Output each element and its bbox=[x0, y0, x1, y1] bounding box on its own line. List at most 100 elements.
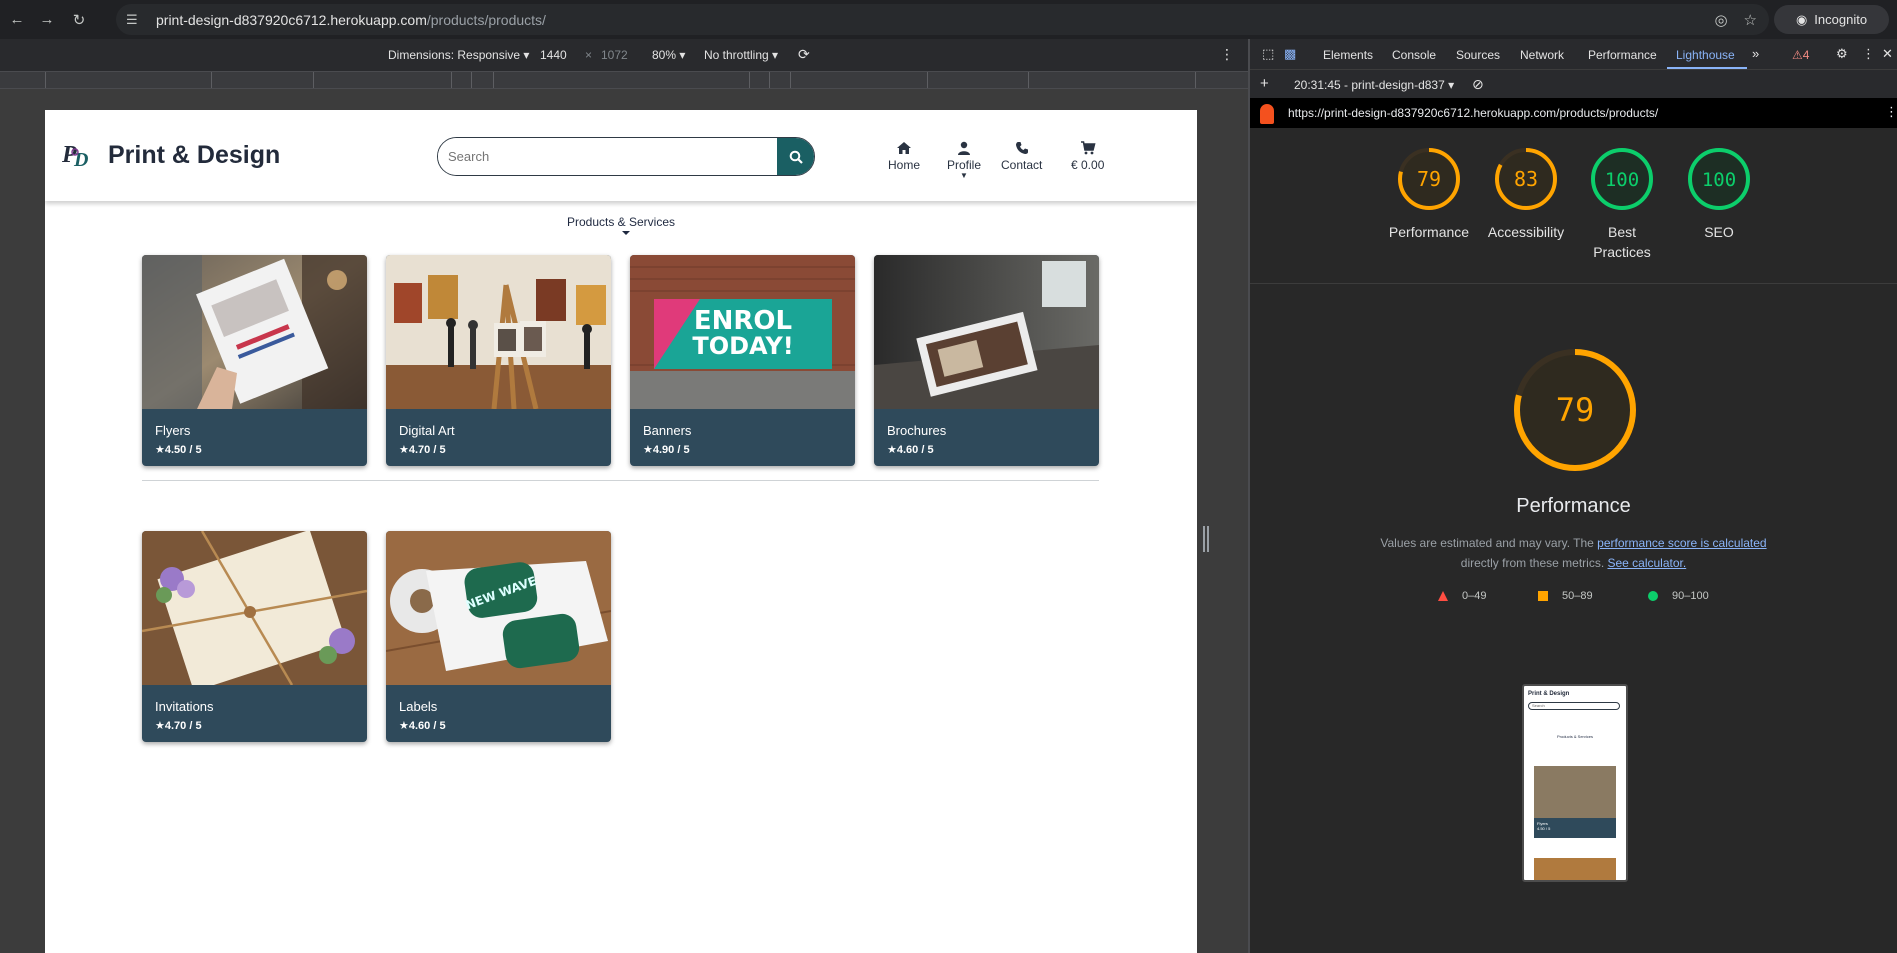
report-url[interactable]: https://print-design-d837920c6712.heroku… bbox=[1288, 106, 1658, 120]
screenshot-thumbnail[interactable]: Print & Design Search Products & Service… bbox=[1522, 684, 1628, 882]
logo-icon[interactable]: P D bbox=[61, 138, 95, 172]
performance-main-gauge: 79 bbox=[1514, 349, 1636, 471]
triangle-icon bbox=[1438, 591, 1448, 601]
gauge-ring: 100 bbox=[1591, 148, 1653, 210]
nav-profile-label: Profile bbox=[947, 158, 982, 172]
close-icon[interactable]: ✕ bbox=[1882, 46, 1893, 62]
device-toggle-icon[interactable]: ▩ bbox=[1284, 46, 1296, 62]
category-dropdown[interactable]: Products & Services bbox=[45, 215, 1197, 229]
product-rating: ★4.70 / 5 bbox=[155, 719, 202, 732]
inspect-element-icon[interactable]: ⬚ bbox=[1262, 46, 1274, 62]
score-calculated-link[interactable]: performance score is calculated bbox=[1597, 536, 1766, 550]
thumb-card-2 bbox=[1534, 858, 1616, 880]
bookmark-star-icon[interactable]: ☆ bbox=[1744, 11, 1757, 29]
banners-image: ENROL TODAY! bbox=[630, 255, 855, 409]
dimensions-label: Dimensions: Responsive bbox=[388, 48, 521, 62]
product-card-flyers[interactable]: Flyers ★4.50 / 5 bbox=[142, 255, 367, 466]
gauge-value: 83 bbox=[1514, 167, 1538, 191]
rating-value: 4.60 / 5 bbox=[896, 444, 934, 456]
score-gauges: 79 Performance 83 Accessibility 100 Best… bbox=[1250, 128, 1897, 284]
gauge-value: 100 bbox=[1702, 169, 1736, 191]
gauge-label: Accessibility bbox=[1487, 224, 1565, 240]
category-caret-icon bbox=[622, 231, 630, 235]
star-icon: ★ bbox=[887, 444, 897, 456]
forward-icon[interactable]: → bbox=[34, 7, 60, 33]
dimensions-dropdown[interactable]: Dimensions: Responsive ▾ bbox=[388, 48, 529, 62]
note-text-1: Values are estimated and may vary. The bbox=[1380, 536, 1598, 550]
product-rating: ★4.70 / 5 bbox=[399, 443, 446, 456]
tab-sources[interactable]: Sources bbox=[1456, 48, 1500, 62]
search-icon bbox=[789, 150, 803, 164]
nav-contact[interactable]: Contact bbox=[1001, 140, 1042, 172]
search-button[interactable] bbox=[777, 138, 814, 175]
gauge-seo[interactable]: 100 SEO bbox=[1674, 146, 1764, 242]
tab-lighthouse[interactable]: Lighthouse bbox=[1676, 48, 1735, 62]
devtools-menu-icon[interactable]: ⋮ bbox=[1862, 46, 1875, 62]
cart-icon bbox=[1080, 141, 1096, 155]
product-rating: ★4.50 / 5 bbox=[155, 443, 202, 456]
star-icon: ★ bbox=[643, 444, 653, 456]
circle-icon bbox=[1648, 591, 1658, 601]
nav-profile[interactable]: Profile ▼ bbox=[947, 140, 981, 180]
report-menu-icon[interactable]: ⋮ bbox=[1885, 104, 1897, 120]
incognito-icon: ◉ bbox=[1795, 11, 1808, 27]
report-url-bar: https://print-design-d837920c6712.heroku… bbox=[1250, 98, 1897, 128]
product-card-digital-art[interactable]: Digital Art ★4.70 / 5 bbox=[386, 255, 611, 466]
site-search bbox=[437, 137, 815, 176]
product-name: Labels bbox=[399, 699, 438, 714]
tab-elements[interactable]: Elements bbox=[1323, 48, 1373, 62]
phone-icon bbox=[1015, 142, 1028, 154]
thumb-category: Products & Services bbox=[1556, 734, 1593, 739]
resize-handle[interactable] bbox=[1203, 526, 1209, 552]
active-tab-indicator bbox=[1667, 67, 1747, 69]
see-calculator-link[interactable]: See calculator. bbox=[1607, 556, 1686, 570]
site-info-icon[interactable]: ☰ bbox=[126, 12, 148, 28]
gauge-performance[interactable]: 79 Performance bbox=[1384, 146, 1474, 242]
product-card-brochures[interactable]: Brochures ★4.60 / 5 bbox=[874, 255, 1099, 466]
tab-performance[interactable]: Performance bbox=[1588, 48, 1657, 62]
rotate-icon[interactable]: ⟳ bbox=[798, 46, 810, 63]
url-text[interactable]: print-design-d837920c6712.herokuapp.com/… bbox=[156, 12, 546, 28]
nav-cart[interactable]: € 0.00 bbox=[1071, 140, 1104, 172]
tab-network[interactable]: Network bbox=[1520, 48, 1564, 62]
lighthouse-icon bbox=[1260, 104, 1274, 124]
media-query-ruler[interactable] bbox=[0, 71, 1248, 89]
warnings-badge[interactable]: ⚠4 bbox=[1792, 48, 1809, 62]
product-name: Banners bbox=[643, 423, 692, 438]
gauge-best-practices[interactable]: 100 Best Practices bbox=[1577, 146, 1667, 262]
address-bar[interactable]: ☰ print-design-d837920c6712.herokuapp.co… bbox=[116, 4, 1769, 35]
zoom-dropdown[interactable]: 80% ▾ bbox=[652, 48, 685, 62]
legend-fail: 0–49 bbox=[1438, 590, 1486, 602]
star-icon: ★ bbox=[155, 720, 165, 732]
height-input[interactable]: 1072 bbox=[601, 48, 628, 62]
back-icon[interactable]: ← bbox=[4, 7, 30, 33]
performance-note: Values are estimated and may vary. The p… bbox=[1350, 533, 1797, 573]
eye-slash-icon[interactable]: ◎ bbox=[1714, 11, 1727, 29]
product-card-banners[interactable]: ENROL TODAY! Banners ★4.90 / 5 bbox=[630, 255, 855, 466]
devtools-tabbar: ⬚ ▩ Elements Console Sources Network Per… bbox=[1250, 39, 1897, 70]
more-tabs-icon[interactable]: » bbox=[1752, 46, 1759, 61]
main-score-value: 79 bbox=[1556, 391, 1595, 429]
gauge-label: Performance bbox=[1388, 224, 1470, 240]
nav-home[interactable]: Home bbox=[888, 140, 920, 172]
performance-title: Performance bbox=[1516, 495, 1631, 517]
incognito-badge[interactable]: ◉ Incognito bbox=[1774, 5, 1889, 34]
settings-gear-icon[interactable]: ⚙ bbox=[1836, 46, 1848, 62]
legend-pass-label: 90–100 bbox=[1672, 590, 1709, 602]
legend-average: 50–89 bbox=[1538, 590, 1593, 602]
width-input[interactable]: 1440 bbox=[540, 48, 567, 62]
site-search-input[interactable] bbox=[438, 138, 777, 175]
gauge-accessibility[interactable]: 83 Accessibility bbox=[1481, 146, 1571, 242]
report-selector[interactable]: 20:31:45 - print-design-d837 ▾ bbox=[1294, 78, 1454, 92]
tab-console[interactable]: Console bbox=[1392, 48, 1436, 62]
more-options-icon[interactable]: ⋮ bbox=[1220, 46, 1234, 63]
product-card-labels[interactable]: NEW WAVE Labels ★4.60 / 5 bbox=[386, 531, 611, 742]
site-logo-text[interactable]: Print & Design bbox=[108, 141, 280, 170]
clear-reports-icon[interactable]: ⊘ bbox=[1472, 76, 1484, 93]
product-name: Brochures bbox=[887, 423, 947, 438]
product-card-invitations[interactable]: Invitations ★4.70 / 5 bbox=[142, 531, 367, 742]
new-report-plus-icon[interactable]: + bbox=[1260, 75, 1269, 92]
star-icon: ★ bbox=[399, 720, 409, 732]
reload-icon[interactable]: ↻ bbox=[66, 7, 92, 33]
throttling-dropdown[interactable]: No throttling ▾ bbox=[704, 48, 778, 62]
